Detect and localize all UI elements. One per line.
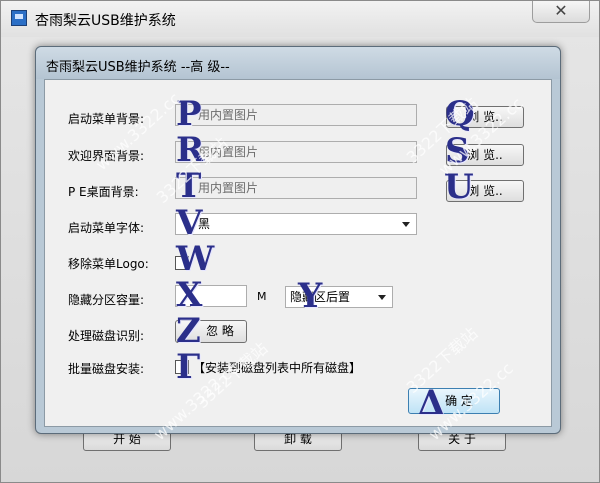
remove-logo-label: 移除菜单Logo: (68, 257, 149, 271)
boot-menu-bg-field[interactable]: 用内置图片 (175, 104, 417, 126)
dialog-title: 杏雨梨云USB维护系统 --高 级-- (46, 60, 230, 75)
annotation-x: X (176, 275, 203, 315)
close-button[interactable]: ✕ (532, 1, 590, 23)
main-window-title: 杏雨梨云USB维护系统 (35, 13, 176, 29)
menu-font-label: 启动菜单字体: (68, 221, 145, 235)
hidden-size-label: 隐藏分区容量: (68, 293, 145, 307)
annotation-v: V (176, 203, 203, 243)
batch-install-label: 批量磁盘安装: (68, 362, 145, 376)
annotation-gamma: Γ (176, 347, 201, 387)
close-icon: ✕ (554, 1, 568, 20)
chevron-down-icon (402, 222, 410, 227)
annotation-z: Z (176, 311, 201, 351)
annotation-w: W (176, 239, 215, 279)
chevron-down-icon (378, 295, 386, 300)
app-icon (11, 10, 27, 26)
pe-desktop-bg-label: P E桌面背景: (68, 185, 139, 199)
disk-detect-label: 处理磁盘识别: (68, 329, 145, 343)
menu-font-select[interactable]: 黑 (175, 213, 417, 235)
annotation-y: Y (298, 276, 323, 316)
hidden-size-unit: M (257, 290, 267, 303)
main-title-bar: 杏雨梨云USB维护系统 (1, 1, 599, 37)
pe-desktop-bg-field[interactable]: 用内置图片 (175, 177, 417, 199)
dialog-title-bar: 杏雨梨云USB维护系统 --高 级-- (36, 47, 560, 79)
